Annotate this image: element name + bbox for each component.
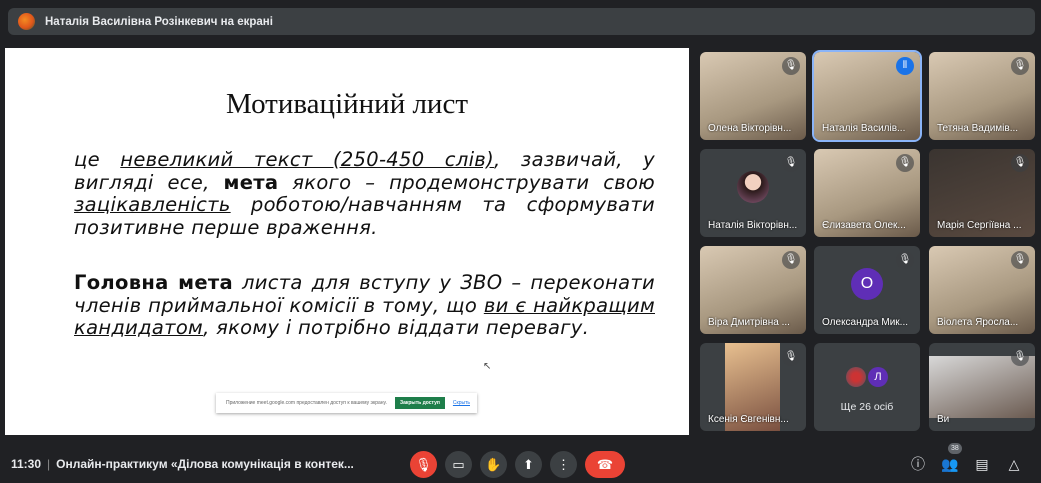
participant-tile[interactable]: 🎙 Наталія Вікторівн... [700,149,806,237]
participant-name: Ксенія Євгенівн... [708,414,789,425]
slide-paragraph-2: Головна мета листа для вступу у ЗВО – пе… [74,271,655,340]
participant-tile[interactable]: ⦀ Наталія Василів... [812,50,922,142]
speaking-icon: ⦀ [896,57,914,75]
participant-name: Віолета Яросла... [937,317,1019,328]
chat-icon[interactable]: ▤ [972,454,992,474]
mic-off-icon: 🎙 [1011,57,1029,75]
more-options-button[interactable]: ⋮ [550,450,577,478]
mic-off-icon: 🎙 [896,154,914,172]
meeting-title: Онлайн-практикум «Ділова комунікація в к… [56,457,354,471]
mic-off-icon: 🎙 [896,251,914,269]
participant-name: Тетяна Вадимів... [937,123,1019,134]
avatar: О [851,268,883,300]
more-participants-label: Ще 26 осіб [840,401,894,413]
mic-off-icon: 🎙 [782,251,800,269]
mic-off-icon: 🎙 [1011,154,1029,172]
screen-share-bar: Приложение meet.google.com предоставлен … [216,393,477,413]
self-tile[interactable]: 🎙 Ви [929,343,1035,431]
participant-name: Олена Вікторівн... [708,123,792,134]
mic-off-icon: 🎙 [782,57,800,75]
avatar: Л [868,367,888,387]
participant-tile[interactable]: 🎙 Марія Сергіївна ... [929,149,1035,237]
people-icon[interactable]: 👥 38 [940,443,962,474]
avatar [846,367,866,387]
people-count-badge: 38 [948,443,962,454]
mic-toggle-button[interactable]: 🎙 [410,450,437,478]
camera-toggle-button[interactable]: ▭ [445,450,472,478]
activities-icon[interactable]: △ [1004,454,1024,474]
participant-name: Олександра Мик... [822,317,908,328]
participant-tile[interactable]: 🎙 Єлизавета Олек... [814,149,920,237]
meeting-info: 11:30 | Онлайн-практикум «Ділова комунікац… [11,457,354,471]
presenter-avatar [18,13,35,30]
participant-tile[interactable]: 🎙 Ксенія Євгенівн... [700,343,806,431]
participant-tile[interactable]: 🎙 Олена Вікторівн... [700,52,806,140]
participant-tile[interactable]: 🎙 О Олександра Мик... [814,246,920,334]
mouse-cursor-icon: ↖ [483,361,492,372]
participant-tile[interactable]: 🎙 Віолета Яросла... [929,246,1035,334]
stop-sharing-button[interactable]: Закрыть доступ [394,397,445,409]
clock: 11:30 [11,457,42,471]
control-bar: 11:30 | Онлайн-практикум «Ділова комунікац… [0,443,1041,480]
present-button[interactable]: ⬆ [515,450,542,478]
share-notice: Приложение meet.google.com предоставлен … [226,400,387,406]
mic-off-icon: 🎙 [782,348,800,366]
presentation-banner: Наталія Василівна Розінкевич на екрані [8,8,1035,35]
slide-title: Мотиваційний лист [226,88,468,120]
participant-name: Єлизавета Олек... [822,220,906,231]
participant-tile[interactable]: 🎙 Тетяна Вадимів... [929,52,1035,140]
shared-screen: Мотиваційний лист це невеликий текст (25… [5,48,689,435]
participant-name: Наталія Василів... [822,123,906,134]
mic-off-icon: 🎙 [1011,251,1029,269]
mic-off-icon: 🎙 [782,154,800,172]
participant-name: Марія Сергіївна ... [937,220,1022,231]
participant-name: Ви [937,414,950,425]
avatar [737,171,769,203]
slide-paragraph-1: це невеликий текст (250-450 слів), зазви… [74,148,656,239]
more-participants-tile[interactable]: Л Ще 26 осіб [814,343,920,431]
raise-hand-button[interactable]: ✋ [480,450,507,478]
participant-name: Віра Дмитрівна ... [708,317,790,328]
presenter-title: Наталія Василівна Розінкевич на екрані [45,15,273,28]
mic-off-icon: 🎙 [1011,348,1029,366]
hide-link[interactable]: Скрыть [453,400,470,406]
participant-name: Наталія Вікторівн... [708,220,798,231]
info-icon[interactable]: ⓘ [908,454,928,474]
participant-tile[interactable]: 🎙 Віра Дмитрівна ... [700,246,806,334]
leave-call-button[interactable]: ☎ [585,450,625,478]
